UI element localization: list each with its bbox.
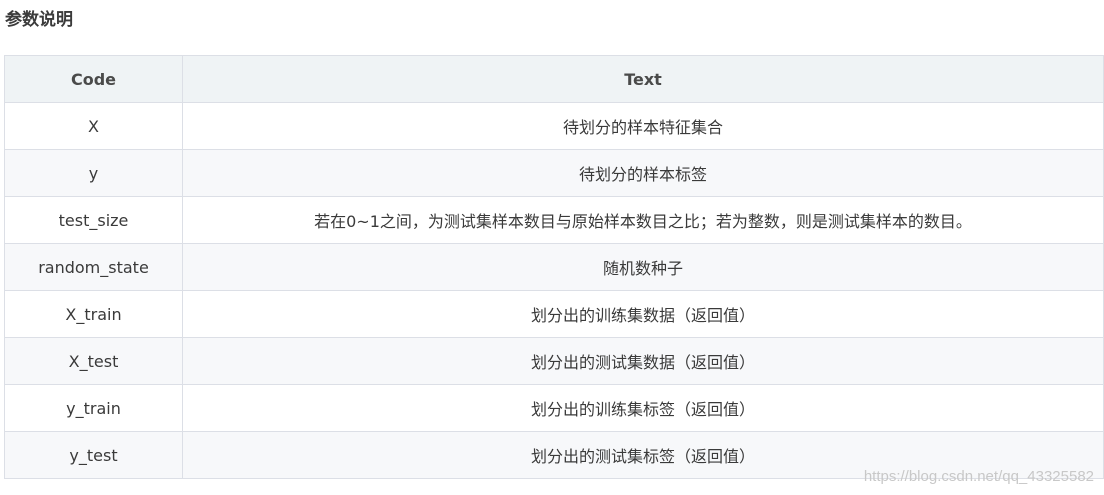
code-cell: X_train <box>4 290 183 338</box>
code-cell: X <box>4 102 183 150</box>
column-header-text: Text <box>182 55 1104 103</box>
text-cell: 若在0~1之间，为测试集样本数目与原始样本数目之比；若为整数，则是测试集样本的数… <box>182 196 1104 244</box>
text-cell: 划分出的测试集数据（返回值） <box>182 337 1104 385</box>
table-header-row: Code Text <box>4 55 1104 103</box>
watermark: https://blog.csdn.net/qq_43325582 <box>863 468 1094 485</box>
text-cell: 划分出的训练集数据（返回值） <box>182 290 1104 338</box>
text-cell: 随机数种子 <box>182 243 1104 291</box>
table-row: X_test 划分出的测试集数据（返回值） <box>4 337 1104 385</box>
table-row: y_train 划分出的训练集标签（返回值） <box>4 384 1104 432</box>
text-cell: 待划分的样本标签 <box>182 149 1104 197</box>
code-cell: X_test <box>4 337 183 385</box>
column-header-code: Code <box>4 55 183 103</box>
code-cell: y <box>4 149 183 197</box>
text-cell: 划分出的训练集标签（返回值） <box>182 384 1104 432</box>
code-cell: test_size <box>4 196 183 244</box>
table-row: X 待划分的样本特征集合 <box>4 102 1104 150</box>
table-row: test_size 若在0~1之间，为测试集样本数目与原始样本数目之比；若为整数… <box>4 196 1104 244</box>
section-heading: 参数说明 <box>5 10 73 30</box>
table-row: random_state 随机数种子 <box>4 243 1104 291</box>
code-cell: y_test <box>4 431 183 479</box>
table-row: X_train 划分出的训练集数据（返回值） <box>4 290 1104 338</box>
code-cell: random_state <box>4 243 183 291</box>
text-cell: 待划分的样本特征集合 <box>182 102 1104 150</box>
code-cell: y_train <box>4 384 183 432</box>
table-row: y 待划分的样本标签 <box>4 149 1104 197</box>
parameter-table: Code Text X 待划分的样本特征集合 y 待划分的样本标签 test_s… <box>4 55 1104 479</box>
